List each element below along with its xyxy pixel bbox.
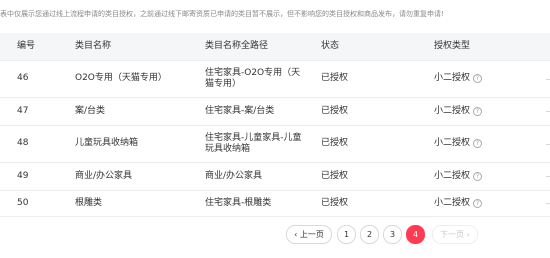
row-category-path: 商业/办公家具 (205, 171, 263, 181)
table-row: 46 O2O专用（天猫专用） 住宅家具-O2O专用（天猫专用） 已授权 小二授权… (0, 61, 550, 98)
row-id: 46 (17, 73, 29, 83)
table-header: 编号 类目名称 类目名称全路径 状态 授权类型 (0, 33, 550, 61)
next-page-button[interactable]: 下一页 › (432, 225, 478, 244)
column-header-status: 状态 (321, 41, 340, 51)
page-button-3[interactable]: 3 (383, 225, 402, 244)
row-edge-marker (546, 203, 550, 204)
row-id: 47 (17, 106, 29, 116)
table-row: 47 案/台类 住宅家具-案/台类 已授权 小二授权? (0, 98, 550, 126)
row-id: 48 (17, 138, 29, 148)
row-category-name: 儿童玩具收纳箱 (75, 138, 139, 148)
auth-type-label: 小二授权 (434, 138, 471, 148)
row-auth-type: 小二授权? (434, 171, 483, 182)
row-category-name: O2O专用（天猫专用） (75, 73, 167, 83)
table-row: 50 根雕类 住宅家具-根雕类 已授权 小二授权? (0, 191, 550, 217)
auth-type-label: 小二授权 (434, 171, 471, 181)
row-auth-type: 小二授权? (434, 106, 483, 117)
auth-type-label: 小二授权 (434, 106, 471, 116)
column-header-category-name: 类目名称 (75, 41, 112, 51)
question-circle-icon[interactable]: ? (473, 139, 483, 148)
question-circle-icon[interactable]: ? (473, 172, 483, 181)
row-auth-type: 小二授权? (434, 73, 483, 84)
row-category-name: 商业/办公家具 (75, 171, 133, 181)
row-status: 已授权 (321, 106, 349, 116)
row-status: 已授权 (321, 198, 349, 208)
page-button-1[interactable]: 1 (337, 225, 356, 244)
row-category-path: 住宅家具-儿童家具-儿童玩具收纳箱 (205, 133, 302, 154)
row-auth-type: 小二授权? (434, 138, 483, 149)
page-button-2[interactable]: 2 (360, 225, 379, 244)
row-auth-type: 小二授权? (434, 198, 483, 209)
row-edge-marker (546, 144, 550, 145)
row-category-path: 住宅家具-O2O专用（天猫专用） (205, 68, 301, 89)
row-id: 49 (17, 171, 29, 181)
row-category-name: 根雕类 (75, 198, 103, 208)
question-circle-icon[interactable]: ? (473, 107, 483, 116)
row-category-name: 案/台类 (75, 106, 106, 116)
notice-text: 表中仅展示您通过线上流程申请的类目授权，之前通过线下邮寄资质已申请的类目暂不展示… (0, 10, 444, 18)
auth-type-label: 小二授权 (434, 198, 471, 208)
row-category-path: 住宅家具-案/台类 (205, 106, 275, 116)
row-id: 50 (17, 198, 29, 208)
row-status: 已授权 (321, 171, 349, 181)
prev-page-button[interactable]: ‹ 上一页 (286, 225, 332, 244)
row-status: 已授权 (321, 73, 349, 83)
row-edge-marker (546, 176, 550, 177)
column-header-auth-type: 授权类型 (434, 41, 471, 51)
table-row: 49 商业/办公家具 商业/办公家具 已授权 小二授权? (0, 163, 550, 191)
page-button-4-current[interactable]: 4 (406, 225, 425, 244)
column-header-category-path: 类目名称全路径 (205, 41, 269, 51)
column-header-id: 编号 (17, 41, 36, 51)
auth-type-label: 小二授权 (434, 73, 471, 83)
row-status: 已授权 (321, 138, 349, 148)
question-circle-icon[interactable]: ? (473, 74, 483, 83)
row-edge-marker (546, 79, 550, 80)
question-circle-icon[interactable]: ? (473, 199, 483, 208)
table-row: 48 儿童玩具收纳箱 住宅家具-儿童家具-儿童玩具收纳箱 已授权 小二授权? (0, 126, 550, 163)
row-edge-marker (546, 111, 550, 112)
row-category-path: 住宅家具-根雕类 (205, 198, 272, 208)
